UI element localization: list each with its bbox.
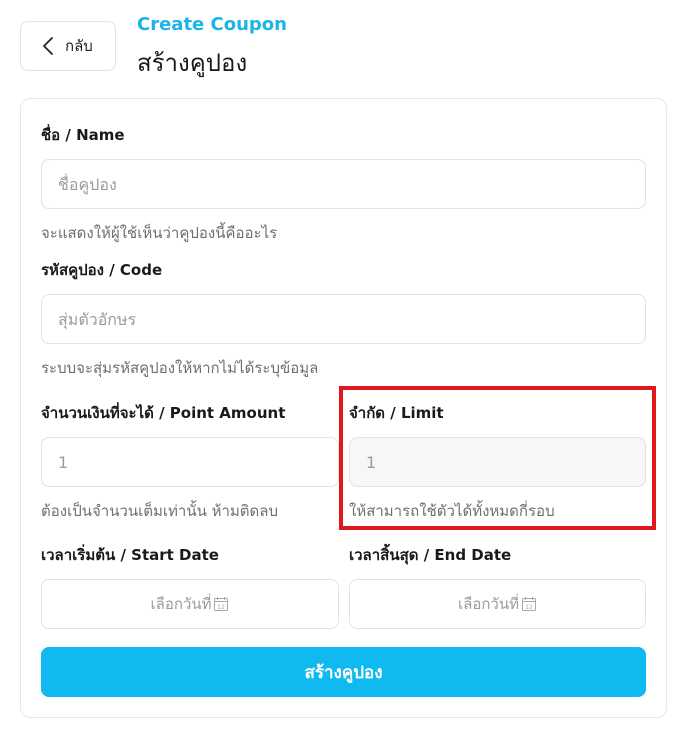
code-input[interactable] — [41, 294, 646, 344]
calendar-icon: 12 — [521, 597, 536, 611]
svg-text:12: 12 — [218, 604, 226, 611]
end-date-label: เวลาสิ้นสุด / End Date — [349, 546, 512, 564]
page-title: สร้างคูปอง — [137, 49, 248, 77]
point-amount-label: จำนวนเงินที่จะได้ / Point Amount — [41, 404, 286, 422]
end-date-placeholder: เลือกวันที่ — [458, 595, 519, 613]
name-label: ชื่อ / Name — [41, 126, 125, 144]
name-input[interactable] — [41, 159, 646, 209]
limit-highlight-box — [339, 386, 656, 530]
chevron-left-icon — [43, 37, 53, 55]
start-date-label: เวลาเริ่มต้น / Start Date — [41, 546, 219, 564]
point-amount-hint: ต้องเป็นจำนวนเต็มเท่านั้น ห้ามติดลบ — [41, 502, 278, 520]
create-coupon-button[interactable]: สร้างคูปอง — [41, 647, 646, 697]
page-subtitle: Create Coupon — [137, 14, 287, 35]
start-date-picker[interactable]: เลือกวันที่ 12 — [41, 579, 339, 629]
back-button[interactable]: กลับ — [20, 21, 116, 71]
end-date-picker[interactable]: เลือกวันที่ 12 — [349, 579, 646, 629]
calendar-icon: 12 — [214, 597, 229, 611]
point-amount-input[interactable] — [41, 437, 339, 487]
back-button-label: กลับ — [65, 37, 93, 55]
name-hint: จะแสดงให้ผู้ใช้เห็นว่าคูปองนี้คืออะไร — [41, 224, 278, 242]
start-date-placeholder: เลือกวันที่ — [150, 595, 212, 613]
svg-text:12: 12 — [525, 604, 533, 611]
code-hint: ระบบจะสุ่มรหัสคูปองให้หากไม่ได้ระบุข้อมู… — [41, 359, 319, 377]
code-label: รหัสคูปอง / Code — [41, 261, 163, 279]
